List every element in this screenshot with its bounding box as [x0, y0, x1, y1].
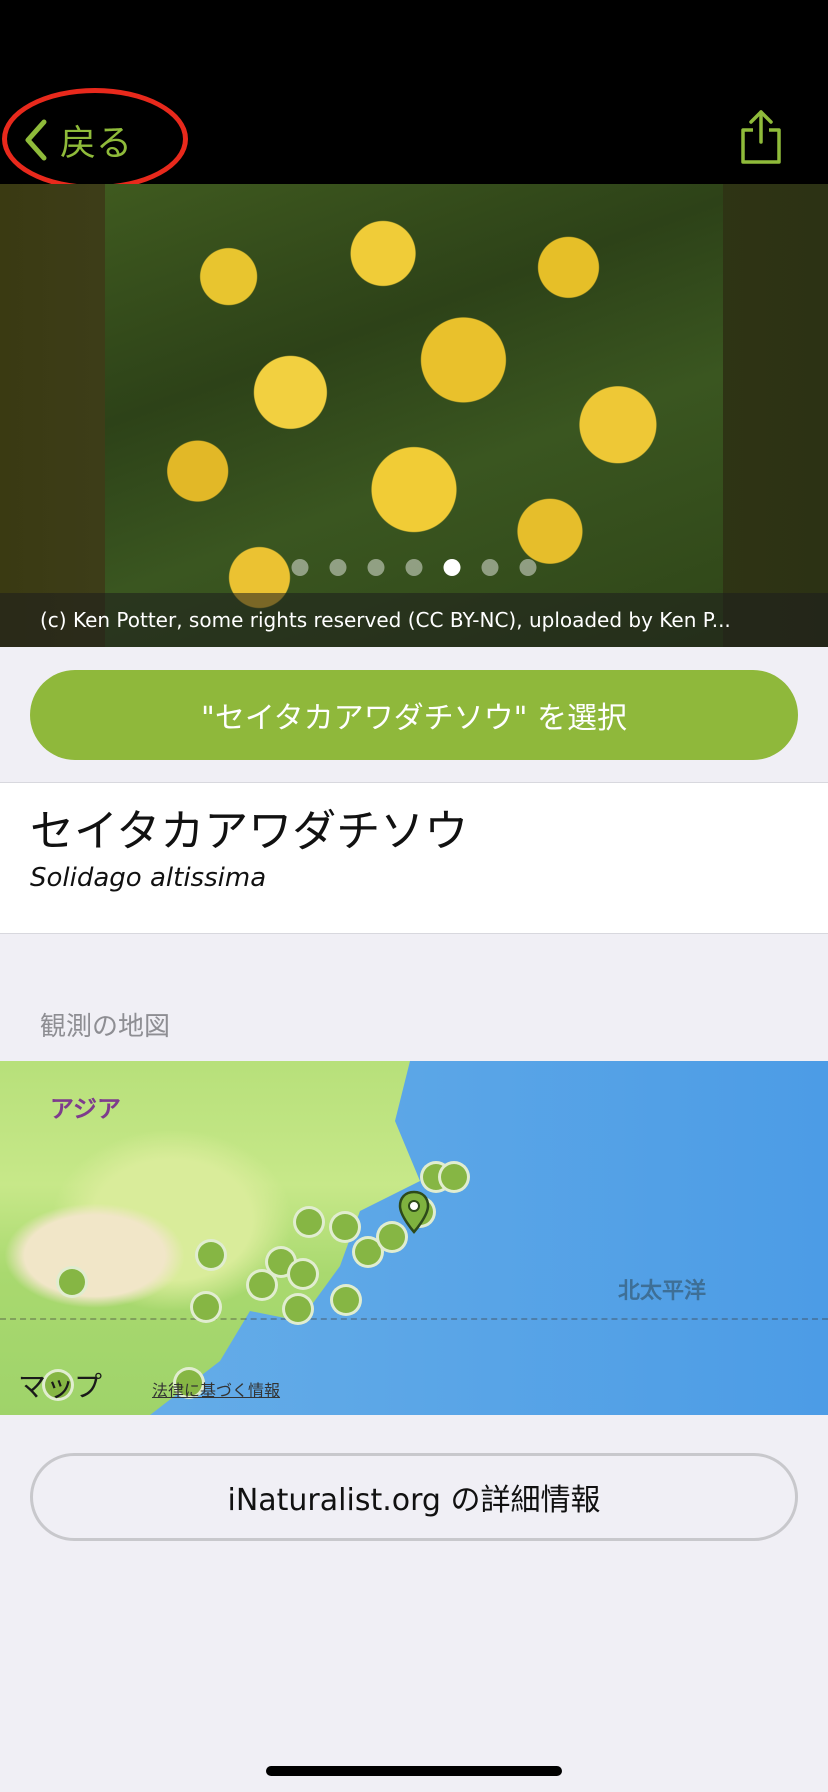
highlight-circle	[2, 88, 188, 190]
select-species-button[interactable]: "セイタカアワダチソウ" を選択	[30, 670, 798, 760]
observation-marker[interactable]	[287, 1258, 319, 1290]
page-dot[interactable]	[481, 559, 499, 576]
observation-marker[interactable]	[190, 1291, 222, 1323]
inaturalist-details-button[interactable]: iNaturalist.org の詳細情報	[30, 1453, 798, 1541]
observation-marker[interactable]	[329, 1211, 361, 1243]
page-dot[interactable]	[291, 559, 309, 576]
scientific-name: Solidago altissima	[30, 863, 267, 893]
observation-marker[interactable]	[56, 1266, 88, 1298]
page-indicator[interactable]	[291, 559, 537, 576]
page-dot[interactable]	[367, 559, 385, 576]
map-dateline	[0, 1318, 828, 1320]
page-dot[interactable]	[329, 559, 347, 576]
map-legal-link[interactable]: 法律に基づく情報	[152, 1377, 280, 1401]
species-detail-page: 戻る (c) Ken Potter, some rights reserved …	[0, 0, 828, 1792]
location-pin-icon[interactable]	[397, 1190, 431, 1234]
page-dot[interactable]	[519, 559, 537, 576]
observation-marker[interactable]	[438, 1161, 470, 1193]
observation-map[interactable]: アジア 北太平洋 マップ 法律に基づく情報	[0, 1061, 828, 1415]
species-photo	[105, 184, 723, 647]
common-name: セイタカアワダチソウ	[30, 806, 469, 857]
map-label-pacific: 北太平洋	[618, 1279, 707, 1304]
map-label-asia: アジア	[50, 1095, 122, 1123]
observation-marker[interactable]	[293, 1206, 325, 1238]
photo-carousel[interactable]: (c) Ken Potter, some rights reserved (CC…	[0, 184, 828, 647]
map-section-label: 観測の地図	[40, 1012, 171, 1042]
photo-attribution: (c) Ken Potter, some rights reserved (CC…	[0, 593, 828, 647]
home-indicator[interactable]	[266, 1766, 562, 1776]
observation-marker[interactable]	[330, 1284, 362, 1316]
taxon-name-card: セイタカアワダチソウ Solidago altissima	[0, 782, 828, 934]
navigation-bar: 戻る	[0, 0, 828, 190]
observation-marker[interactable]	[195, 1239, 227, 1271]
page-dot[interactable]	[405, 559, 423, 576]
share-button[interactable]	[738, 108, 784, 166]
observation-marker[interactable]	[282, 1293, 314, 1325]
share-icon	[741, 110, 781, 164]
maps-brand-label: マップ	[18, 1370, 103, 1403]
page-dot-active[interactable]	[443, 559, 461, 576]
maps-brand: マップ	[18, 1365, 102, 1405]
